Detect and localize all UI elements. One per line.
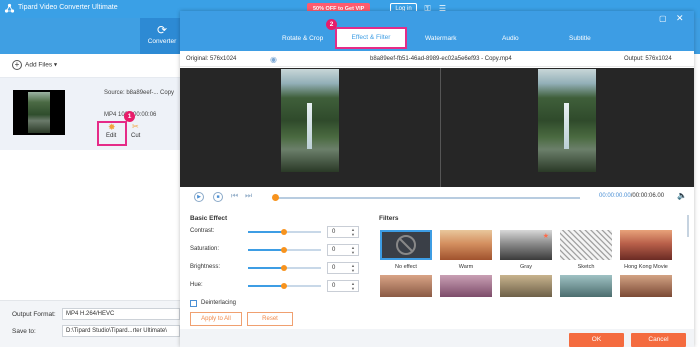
filter-thumbnail[interactable] [620, 275, 672, 297]
filter-no-effect[interactable] [380, 230, 432, 260]
contrast-slider-knob[interactable] [281, 229, 287, 235]
converter-icon: ⟳ [156, 23, 168, 37]
next-frame-icon[interactable]: ⏭ [245, 191, 252, 201]
cut-icon[interactable]: ✂ [132, 122, 139, 131]
apply-to-all-button[interactable]: Apply to All [190, 312, 242, 326]
output-resolution: Output: 576x1024 [624, 56, 672, 62]
step-badge-2: 2 [326, 19, 337, 30]
tab-converter[interactable]: ⟳ Converter [140, 18, 184, 54]
tab-watermark[interactable]: Watermark [425, 35, 457, 42]
filter-label: Hong Kong Movie [624, 264, 668, 270]
plus-icon: + [12, 60, 22, 70]
restore-icon[interactable]: ▢ [659, 14, 667, 23]
contrast-value: 0 [332, 229, 336, 235]
dialog-header [180, 11, 694, 51]
original-preview [281, 69, 339, 172]
edit-dialog: ▢ ✕ Rotate & Crop Effect & Filter 2 Wate… [180, 11, 694, 347]
tab-audio[interactable]: Audio [502, 35, 519, 42]
basic-effect-title: Basic Effect [190, 215, 228, 222]
filter-label: Warm [458, 264, 474, 270]
stepper-arrows-icon[interactable]: ▲ ▼ [351, 245, 355, 255]
cut-button[interactable]: Cut [131, 133, 140, 139]
deinterlacing-checkbox[interactable] [190, 300, 197, 307]
output-format-select[interactable]: MP4 H.264/HEVC [62, 308, 180, 320]
star-icon: ★ [542, 233, 549, 240]
output-format-label: Output Format: [12, 311, 56, 318]
saturation-slider-rest [284, 249, 321, 251]
filters-title: Filters [379, 215, 399, 222]
time-current: 00:00:00.00 [599, 193, 631, 199]
brightness-slider-knob[interactable] [281, 265, 287, 271]
play-icon[interactable]: ▶ [194, 192, 204, 202]
hue-stepper[interactable]: 0 ▲ ▼ [327, 280, 359, 292]
app-logo-icon [4, 3, 15, 14]
stepper-arrows-icon[interactable]: ▲ ▼ [351, 263, 355, 273]
filter-thumbnail[interactable] [560, 275, 612, 297]
app-title: Tipard Video Converter Ultimate [18, 4, 118, 11]
saturation-slider-knob[interactable] [281, 247, 287, 253]
add-files-label: Add Files [25, 61, 53, 69]
file-name: b8a89eef-fb51-46ad-8989-ec02a5e6ef93 - C… [370, 56, 512, 62]
filter-thumbnail[interactable] [440, 275, 492, 297]
volume-icon[interactable]: 🔈 [677, 191, 687, 200]
brightness-stepper[interactable]: 0 ▲ ▼ [327, 262, 359, 274]
tab-subtitle[interactable]: Subtitle [569, 35, 591, 42]
original-resolution: Original: 576x1024 [186, 56, 237, 62]
filter-label: Sketch [577, 264, 595, 270]
step-badge-1: 1 [124, 111, 135, 122]
source-name: Source: b8a89eef-... Copy [104, 90, 175, 96]
brightness-slider-rest [284, 267, 321, 269]
hue-slider-rest [284, 285, 321, 287]
file-thumbnail[interactable] [13, 90, 65, 135]
close-icon[interactable]: ✕ [676, 13, 684, 24]
hue-value: 0 [332, 283, 336, 289]
filter-label: Gray [520, 264, 532, 270]
add-files-button[interactable]: + Add Files ▾ [12, 60, 57, 70]
stepper-arrows-icon[interactable]: ▲ ▼ [351, 281, 355, 291]
time-total: /00:00:06.00 [630, 193, 665, 199]
filter-label: No effect [395, 264, 417, 270]
hue-slider-knob[interactable] [281, 283, 287, 289]
output-preview [538, 69, 596, 172]
brightness-label: Brightness: [190, 264, 221, 270]
cancel-button[interactable]: Cancel [631, 333, 686, 347]
saturation-label: Saturation: [190, 246, 220, 252]
filter-thumbnail[interactable] [500, 275, 552, 297]
save-to-field[interactable]: D:\Tipard Studio\Tipard...rter Ultimate\ [62, 325, 180, 337]
time-display: 00:00:00.00/00:00:06.00 [599, 193, 664, 199]
eye-icon[interactable]: ◉ [270, 55, 277, 64]
prev-frame-icon[interactable]: ⏮ [231, 191, 238, 201]
timeline-track[interactable] [275, 197, 580, 199]
saturation-stepper[interactable]: 0 ▲ ▼ [327, 244, 359, 256]
preview-area [180, 68, 694, 187]
preview-divider [440, 68, 441, 187]
brightness-value: 0 [332, 265, 336, 271]
tab-rotate-crop[interactable]: Rotate & Crop [282, 35, 323, 42]
edit-highlight [97, 121, 127, 146]
ok-button[interactable]: OK [569, 333, 624, 347]
hue-label: Hue: [190, 282, 203, 288]
filter-hong-kong-movie[interactable] [620, 230, 672, 260]
timeline-knob[interactable] [272, 194, 279, 201]
reset-button[interactable]: Reset [247, 312, 293, 326]
filters-scrollbar[interactable] [687, 215, 689, 237]
saturation-value: 0 [332, 247, 336, 253]
save-to-label: Save to: [12, 328, 36, 335]
tab-converter-label: Converter [147, 38, 177, 45]
tab-effect-filter[interactable]: Effect & Filter [335, 27, 407, 49]
stop-icon[interactable]: ■ [213, 192, 223, 202]
filter-thumbnail[interactable] [380, 275, 432, 297]
contrast-slider-rest [284, 231, 321, 233]
filter-sketch[interactable] [560, 230, 612, 260]
stepper-arrows-icon[interactable]: ▲ ▼ [351, 227, 355, 237]
deinterlacing-label: Deinterlacing [201, 300, 237, 306]
filter-gray[interactable]: ★ [500, 230, 552, 260]
contrast-stepper[interactable]: 0 ▲ ▼ [327, 226, 359, 238]
filter-warm[interactable] [440, 230, 492, 260]
contrast-label: Contrast: [190, 228, 215, 234]
